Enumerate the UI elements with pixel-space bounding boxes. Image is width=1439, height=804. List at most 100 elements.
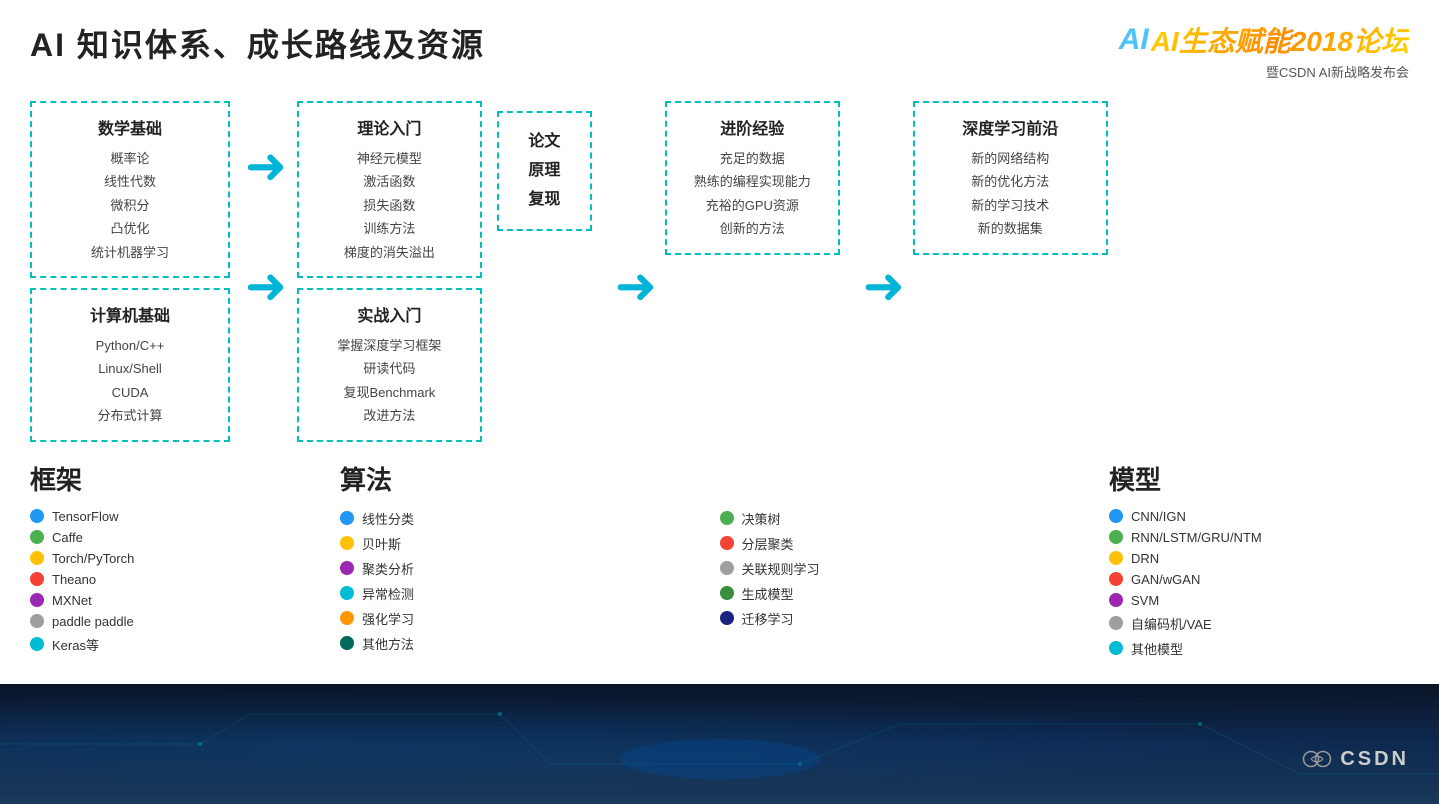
model-label: 模型 bbox=[1109, 460, 1409, 497]
framework-item-label: paddle paddle bbox=[52, 614, 134, 629]
dot-icon bbox=[30, 572, 44, 586]
theory-item-5: 梯度的消失溢出 bbox=[314, 241, 465, 264]
practice-item-2: 研读代码 bbox=[314, 357, 465, 380]
framework-item: MXNet bbox=[30, 593, 260, 608]
framework-section: 框架 TensorFlowCaffeTorch/PyTorchTheanoMXN… bbox=[30, 460, 260, 664]
csdn-text: CSDN bbox=[1340, 748, 1409, 771]
bottom-section: 框架 TensorFlowCaffeTorch/PyTorchTheanoMXN… bbox=[30, 460, 1409, 664]
deep-box: 深度学习前沿 新的网络结构 新的优化方法 新的学习技术 新的数据集 bbox=[913, 101, 1108, 255]
dot-icon bbox=[30, 530, 44, 544]
dot-icon bbox=[30, 614, 44, 628]
computer-item-4: 分布式计算 bbox=[47, 404, 213, 427]
practice-box-title: 实战入门 bbox=[314, 302, 465, 326]
algorithm-item: 生成模型 bbox=[720, 584, 1070, 603]
framework-item-label: TensorFlow bbox=[52, 509, 118, 524]
math-box-title: 数学基础 bbox=[47, 115, 213, 139]
theory-item-2: 激活函数 bbox=[314, 170, 465, 193]
advanced-box: 进阶经验 充足的数据 熟练的编程实现能力 充裕的GPU资源 创新的方法 bbox=[665, 101, 840, 255]
deep-item-4: 新的数据集 bbox=[930, 217, 1091, 240]
algorithm-item: 分层聚类 bbox=[720, 534, 1070, 553]
framework-item: TensorFlow bbox=[30, 509, 260, 524]
dot-icon bbox=[340, 611, 354, 625]
practice-box: 实战入门 掌握深度学习框架 研读代码 复现Benchmark 改进方法 bbox=[297, 288, 482, 442]
ai-prefix: AI bbox=[1119, 23, 1149, 57]
model-item-label: GAN/wGAN bbox=[1131, 572, 1200, 587]
paper-line-3: 复现 bbox=[511, 186, 578, 215]
header: AI 知识体系、成长路线及资源 AI AI生态赋能2018论坛 暨CSDN AI… bbox=[30, 20, 1409, 81]
theory-item-4: 训练方法 bbox=[314, 217, 465, 240]
dot-icon bbox=[1109, 509, 1123, 523]
col-theory: 理论入门 神经元模型 激活函数 损失函数 训练方法 梯度的消失溢出 实战入门 掌… bbox=[297, 101, 482, 442]
math-item-5: 统计机器学习 bbox=[47, 241, 213, 264]
col-deep: 深度学习前沿 新的网络结构 新的优化方法 新的学习技术 新的数据集 bbox=[913, 101, 1108, 255]
algorithm-item-label: 贝叶斯 bbox=[362, 534, 401, 553]
model-item-label: SVM bbox=[1131, 593, 1159, 608]
csdn-logo: CSDN bbox=[1302, 744, 1409, 774]
practice-item-1: 掌握深度学习框架 bbox=[314, 334, 465, 357]
model-item-label: 自编码机/VAE bbox=[1131, 614, 1212, 633]
dot-icon bbox=[1109, 593, 1123, 607]
arrow-area-2: ➜ bbox=[615, 261, 657, 311]
dot-icon bbox=[30, 637, 44, 651]
page-title: AI 知识体系、成长路线及资源 bbox=[30, 20, 485, 66]
framework-item: Torch/PyTorch bbox=[30, 551, 260, 566]
algorithm-item-label: 异常检测 bbox=[362, 584, 414, 603]
dot-icon bbox=[1109, 641, 1123, 655]
diagram-top-row: 数学基础 概率论 线性代数 微积分 凸优化 统计机器学习 计算机基础 Pytho… bbox=[30, 101, 1409, 442]
advanced-item-2: 熟练的编程实现能力 bbox=[682, 170, 823, 193]
paper-line-1: 论文 bbox=[511, 128, 578, 157]
logo-subtitle: 暨CSDN AI新战略发布会 bbox=[1266, 62, 1409, 81]
logo-text: AI生态赋能2018论坛 bbox=[1151, 20, 1409, 60]
logo-area: AI AI生态赋能2018论坛 暨CSDN AI新战略发布会 bbox=[1119, 20, 1409, 81]
algorithm-item-label: 线性分类 bbox=[362, 509, 414, 528]
paper-box: 论文 原理 复现 bbox=[497, 111, 592, 231]
model-item: RNN/LSTM/GRU/NTM bbox=[1109, 530, 1409, 545]
framework-item: Theano bbox=[30, 572, 260, 587]
model-item: 其他模型 bbox=[1109, 639, 1409, 658]
dot-icon bbox=[720, 586, 734, 600]
algorithm-item-label: 其他方法 bbox=[362, 634, 414, 653]
framework-items: TensorFlow Caffe Torch/PyTorch Theano MXNet p… bbox=[30, 509, 260, 654]
model-section: 模型 CNN/IGNRNN/LSTM/GRU/NTMDRNGAN/wGANSVM… bbox=[1069, 460, 1409, 664]
dot-icon bbox=[340, 561, 354, 575]
math-item-2: 线性代数 bbox=[47, 170, 213, 193]
dot-icon bbox=[30, 593, 44, 607]
math-box: 数学基础 概率论 线性代数 微积分 凸优化 统计机器学习 bbox=[30, 101, 230, 278]
framework-item-label: Torch/PyTorch bbox=[52, 551, 134, 566]
framework-item-label: Theano bbox=[52, 572, 96, 587]
computer-item-1: Python/C++ bbox=[47, 334, 213, 357]
dot-icon bbox=[30, 509, 44, 523]
algorithm-item-label: 强化学习 bbox=[362, 609, 414, 628]
dot-icon bbox=[340, 636, 354, 650]
algorithm-item: 决策树 bbox=[720, 509, 1070, 528]
dot-icon bbox=[1109, 572, 1123, 586]
dot-icon bbox=[720, 611, 734, 625]
col-paper: 论文 原理 复现 bbox=[497, 111, 592, 231]
model-item-label: RNN/LSTM/GRU/NTM bbox=[1131, 530, 1262, 545]
theory-item-3: 损失函数 bbox=[314, 194, 465, 217]
arrow-2: ➜ bbox=[245, 261, 287, 311]
math-item-4: 凸优化 bbox=[47, 217, 213, 240]
algorithm-item-label: 聚类分析 bbox=[362, 559, 414, 578]
algorithm-item: 贝叶斯 bbox=[340, 534, 690, 553]
dot-icon bbox=[340, 536, 354, 550]
logo-main: AI AI生态赋能2018论坛 bbox=[1119, 20, 1409, 60]
col-left: 数学基础 概率论 线性代数 微积分 凸优化 统计机器学习 计算机基础 Pytho… bbox=[30, 101, 230, 442]
framework-item: paddle paddle bbox=[30, 614, 260, 629]
algorithm-item-label: 迁移学习 bbox=[742, 609, 794, 628]
dot-icon bbox=[1109, 530, 1123, 544]
dot-icon bbox=[340, 586, 354, 600]
algorithm-item-label: 关联规则学习 bbox=[742, 559, 820, 578]
algorithm-item: 聚类分析 bbox=[340, 559, 690, 578]
framework-item: Caffe bbox=[30, 530, 260, 545]
col-advanced: 进阶经验 充足的数据 熟练的编程实现能力 充裕的GPU资源 创新的方法 bbox=[665, 101, 840, 255]
advanced-box-title: 进阶经验 bbox=[682, 115, 823, 139]
algorithm-item: 线性分类 bbox=[340, 509, 690, 528]
arrow-col-1: ➜ ➜ bbox=[245, 111, 287, 311]
computer-item-2: Linux/Shell bbox=[47, 357, 213, 380]
framework-item-label: Caffe bbox=[52, 530, 83, 545]
algorithm-section: 算法 线性分类 决策树贝叶斯 分层聚类聚类分析 关联规则学习异常检测 生成模型强化学习 迁… bbox=[260, 460, 1069, 664]
algorithm-label: 算法 bbox=[340, 460, 1069, 497]
algorithm-item: 强化学习 bbox=[340, 609, 690, 628]
framework-item-label: Keras等 bbox=[52, 635, 99, 654]
